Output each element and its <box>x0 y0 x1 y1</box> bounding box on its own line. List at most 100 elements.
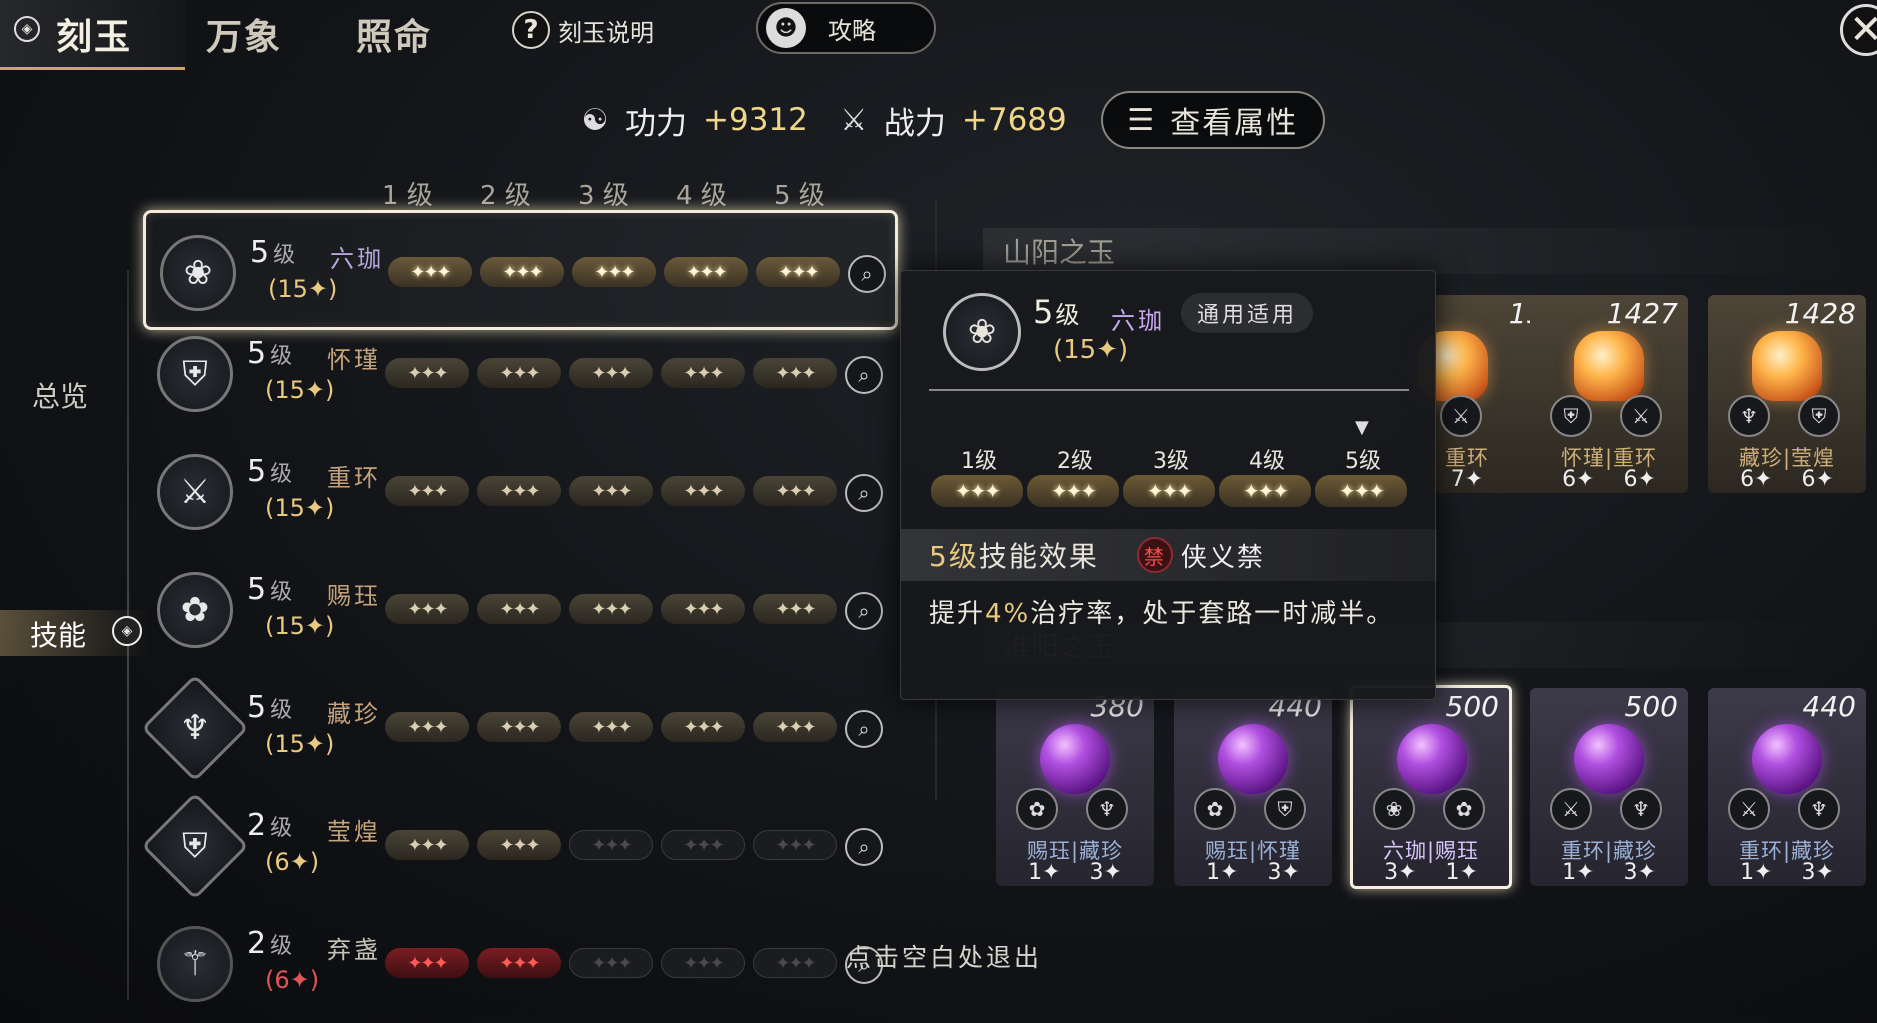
level-header-1: 1 级 <box>382 181 433 211</box>
skill-points: (15✦) <box>265 612 335 640</box>
lotus-skill-icon: ✿ <box>1016 788 1058 830</box>
sword-skill-icon: ⚔ <box>157 454 233 530</box>
current-level-arrow-icon: ▼ <box>1355 417 1369 438</box>
magnifier-icon[interactable]: ⌕ <box>845 828 883 866</box>
jade-card[interactable]: 1428 ♆ ⛨ 藏珍|莹煌 6✦ 6✦ <box>1708 295 1866 493</box>
level-segment: ✦✦✦ <box>661 594 745 624</box>
level-segment: ✦✦✦ <box>753 948 837 978</box>
purple-gem-icon <box>1574 724 1644 794</box>
level-segment: ✦✦✦ <box>569 358 653 388</box>
jade-card[interactable]: 500 ⚔ ♆ 重环|藏珍 1✦ 3✦ <box>1530 688 1688 886</box>
skill-level: 2级 <box>247 808 293 843</box>
magnifier-icon[interactable]: ⌕ <box>845 474 883 512</box>
card-values: 1✦ 3✦ <box>1206 860 1300 885</box>
purple-gem-icon <box>1397 724 1467 794</box>
skill-row-liujia[interactable]: ❀ 5级 六珈 (15✦) ✦✦✦ ✦✦✦ ✦✦✦ ✦✦✦ ✦✦✦ ⌕ <box>143 210 898 330</box>
power-icon: ☯ <box>581 102 609 138</box>
jade-card-selected[interactable]: 500 ❀ ✿ 六珈|赐珏 3✦ 1✦ <box>1350 685 1512 889</box>
level-segment: ✦✦✦ <box>385 358 469 388</box>
jade-card[interactable]: 440 ✿ ⛨ 赐珏|怀瑾 1✦ 3✦ <box>1174 688 1332 886</box>
effect-title: 技能效果 <box>978 540 1099 573</box>
purple-gem-icon <box>1218 724 1288 794</box>
level-segment: ✦✦✦ <box>753 594 837 624</box>
level-segment: ✦✦✦ <box>661 712 745 742</box>
help-button[interactable]: ? 刻玉说明 <box>508 8 668 52</box>
shield-skill-icon: ⛨ <box>157 336 233 412</box>
side-nav-skills[interactable]: 技能 <box>30 614 86 654</box>
skill-points: (15✦) <box>265 494 335 522</box>
tooltip-level-label: 3级 <box>1153 449 1189 474</box>
shield-diamond-skill-icon: ⛨ <box>1798 395 1840 437</box>
level-header-5: 5 级 <box>774 181 825 211</box>
skill-points: (15✦) <box>268 275 338 303</box>
skill-name: 怀瑾 <box>327 346 381 374</box>
tab-keyu[interactable]: 刻玉 <box>56 8 132 60</box>
close-button[interactable]: ✕ <box>1840 4 1877 56</box>
effect-header: 5级 技能效果 禁 侠义禁 <box>901 529 1437 581</box>
effect-level: 5级 <box>929 540 979 573</box>
tab-zhaoming[interactable]: 照命 <box>356 8 432 60</box>
skill-name: 藏珍 <box>327 700 381 728</box>
shield-skill-icon: ⛨ <box>1550 395 1592 437</box>
section-header-shanyang: 山阳之玉 <box>983 228 1873 274</box>
level-segments: ✦✦✦ ✦✦✦ ✦✦✦ ✦✦✦ ✦✦✦ <box>388 257 840 287</box>
exit-hint: 点击空白处退出 <box>846 943 1043 972</box>
tooltip-level-segments: ✦✦✦ ✦✦✦ ✦✦✦ ✦✦✦ ✦✦✦ <box>931 475 1407 507</box>
guide-label: 攻略 <box>828 16 876 45</box>
jade-card[interactable]: 380 ✿ ♆ 赐珏|藏珍 1✦ 3✦ <box>996 688 1154 886</box>
skill-points: (15✦) <box>265 730 335 758</box>
flower-skill-icon: ❀ <box>943 293 1021 371</box>
skill-name: 弃盏 <box>327 936 381 964</box>
skill-level: 5级 <box>247 572 293 607</box>
level-header-2: 2 级 <box>480 181 531 211</box>
ban-text: 侠义禁 <box>1180 542 1265 573</box>
level-segment: ✦✦✦ <box>385 594 469 624</box>
skill-points: (6✦) <box>265 848 320 876</box>
skill-points: (6✦) <box>265 966 320 994</box>
jade-card[interactable]: 440 ⚔ ♆ 重环|藏珍 1✦ 3✦ <box>1708 688 1866 886</box>
tooltip-divider <box>929 389 1409 391</box>
skill-row-cijue[interactable]: ✿ 5级 赐珏 (15✦) ✦✦✦ ✦✦✦ ✦✦✦ ✦✦✦ ✦✦✦ ⌕ <box>143 550 898 670</box>
level-segment: ✦✦✦ <box>661 948 745 978</box>
tooltip-level-label: 4级 <box>1249 449 1285 474</box>
level-segment: ✦✦✦ <box>572 257 656 287</box>
tooltip-level-label: 2级 <box>1057 449 1093 474</box>
ban-icon: 禁 <box>1136 537 1173 573</box>
level-segment: ✦✦✦ <box>477 476 561 506</box>
skill-row-huaijin[interactable]: ⛨ 5级 怀瑾 (15✦) ✦✦✦ ✦✦✦ ✦✦✦ ✦✦✦ ✦✦✦ ⌕ <box>143 314 898 434</box>
combat-value: +7689 <box>961 102 1067 138</box>
skill-name: 六珈 <box>330 245 384 273</box>
skill-name: 赐珏 <box>327 582 381 610</box>
top-bar: ◈ 刻玉 万象 照命 ? 刻玉说明 ☻ 攻略 ✕ <box>0 0 1877 70</box>
skill-row-qizhan[interactable]: ⚚ 2级 弃盏 (6✦) ✦✦✦ ✦✦✦ ✦✦✦ ✦✦✦ ✦✦✦ ⌕ <box>143 904 898 1023</box>
tab-wanxiang[interactable]: 万象 <box>206 8 282 60</box>
view-attributes-button[interactable]: ☰ 查看属性 <box>1100 91 1325 149</box>
skill-name: 莹煌 <box>327 818 381 846</box>
magnifier-icon[interactable]: ⌕ <box>845 356 883 394</box>
amber-gem-icon <box>1574 331 1644 401</box>
broken-sword-skill-icon: ⚚ <box>157 926 233 1002</box>
level-segments: ✦✦✦ ✦✦✦ ✦✦✦ ✦✦✦ ✦✦✦ <box>385 358 837 388</box>
magnifier-icon[interactable]: ⌕ <box>845 592 883 630</box>
level-segment: ✦✦✦ <box>1123 475 1215 507</box>
level-segments: ✦✦✦ ✦✦✦ ✦✦✦ ✦✦✦ ✦✦✦ <box>385 830 837 860</box>
level-segment: ✦✦✦ <box>569 830 653 860</box>
skill-row-cangzhen[interactable]: ♆ 5级 藏珍 (15✦) ✦✦✦ ✦✦✦ ✦✦✦ ✦✦✦ ✦✦✦ ⌕ <box>141 668 898 788</box>
level-segment: ✦✦✦ <box>756 257 840 287</box>
skill-row-yinghuang[interactable]: ⛨ 2级 莹煌 (6✦) ✦✦✦ ✦✦✦ ✦✦✦ ✦✦✦ ✦✦✦ ⌕ <box>141 786 898 906</box>
flower-skill-icon: ❀ <box>1373 788 1415 830</box>
jade-card[interactable]: 1427 ⛨ ⚔ 怀瑾|重环 6✦ 6✦ <box>1530 295 1688 493</box>
purple-gem-icon <box>1040 724 1110 794</box>
level-segment: ✦✦✦ <box>1219 475 1311 507</box>
side-nav-overview[interactable]: 总览 <box>32 375 88 415</box>
card-values: 1✦ 3✦ <box>1028 860 1122 885</box>
level-segment: ✦✦✦ <box>661 476 745 506</box>
level-segment: ✦✦✦ <box>664 257 748 287</box>
skill-row-chonghuan[interactable]: ⚔ 5级 重环 (15✦) ✦✦✦ ✦✦✦ ✦✦✦ ✦✦✦ ✦✦✦ ⌕ <box>143 432 898 552</box>
skill-name: 重环 <box>327 464 381 492</box>
magnifier-icon[interactable]: ⌕ <box>845 710 883 748</box>
skill-level: 5级 <box>250 235 296 270</box>
guide-button[interactable]: ☻ 攻略 <box>756 2 936 54</box>
purple-gem-icon <box>1752 724 1822 794</box>
magnifier-icon[interactable]: ⌕ <box>848 255 886 293</box>
